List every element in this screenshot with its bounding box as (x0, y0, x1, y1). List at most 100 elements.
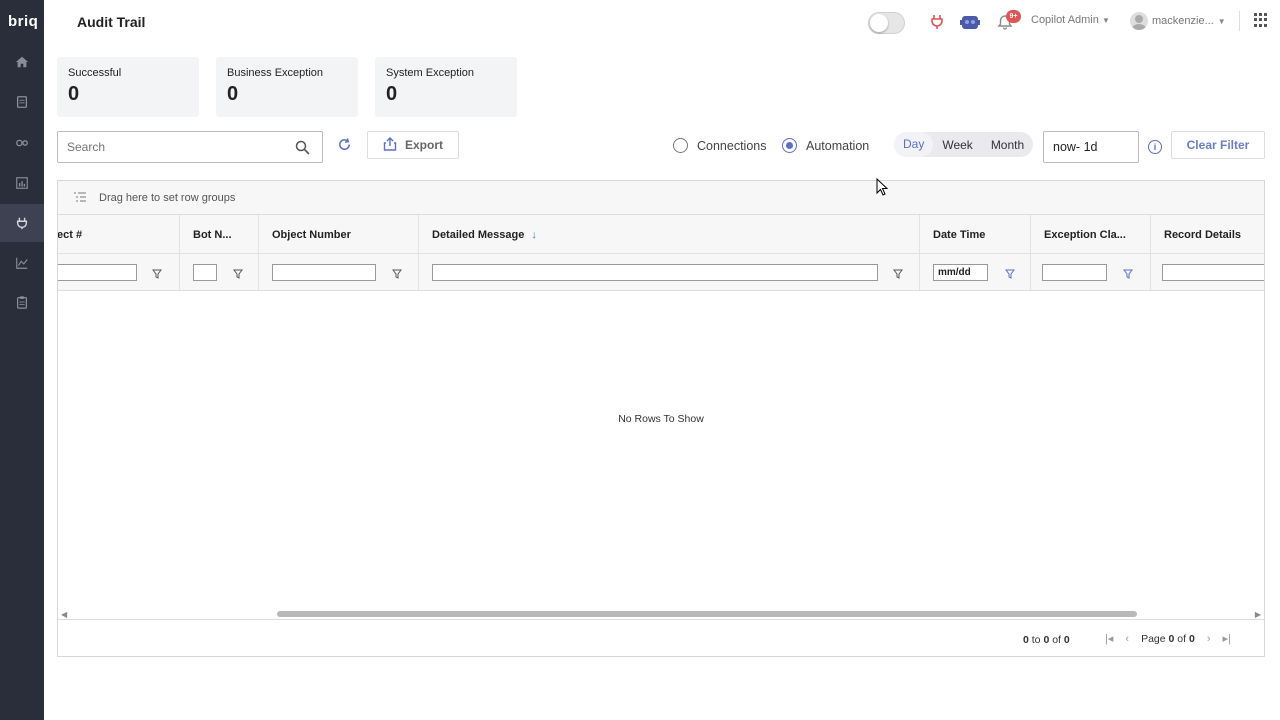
range-to: 0 (1043, 634, 1050, 646)
filter-icon[interactable] (893, 266, 903, 284)
plug-icon[interactable] (926, 11, 948, 33)
line-chart-icon[interactable] (12, 253, 32, 273)
search-input[interactable] (58, 132, 278, 162)
first-page-icon[interactable]: |◂ (1105, 632, 1113, 645)
column-title: Date Time (933, 229, 986, 241)
scroll-right-icon[interactable]: ▶ (1255, 610, 1261, 619)
bar-chart-icon[interactable] (12, 173, 32, 193)
data-grid: Drag here to set row groups ect # Bot N.… (57, 180, 1265, 657)
grid-footer: 0 to 0 of 0 |◂ ‹ Page 0 of 0 › ▸| (58, 619, 1264, 656)
document-icon[interactable] (12, 92, 32, 112)
grid-body: No Rows To Show (58, 291, 1264, 615)
apps-grid-icon[interactable] (1254, 13, 1268, 27)
column-title: Detailed Message ↓ (432, 229, 537, 241)
card-label: Business Exception (227, 67, 323, 79)
scrollbar-thumb[interactable] (277, 611, 1137, 617)
radio-label: Connections (697, 138, 767, 153)
page-of-label: of (1177, 632, 1187, 645)
filter-icon[interactable] (392, 266, 402, 284)
page-indicator: Page 0 of 0 (1141, 633, 1195, 645)
radio-circle (673, 138, 688, 153)
page-current: 0 (1168, 632, 1175, 645)
export-icon (383, 136, 397, 154)
date-filter-input[interactable]: mm/dd (933, 264, 988, 281)
row-group-icon (74, 192, 86, 205)
page-title: Audit Trail (77, 14, 146, 30)
cogs-icon[interactable] (12, 133, 32, 153)
chevron-down-icon: ▼ (1217, 16, 1226, 26)
row-count: 0 to 0 of 0 (1023, 634, 1070, 646)
range-of-label: of (1052, 634, 1061, 646)
column-title: Object Number (272, 229, 351, 241)
column-title: Bot N... (193, 229, 232, 241)
filter-icon[interactable] (1005, 266, 1015, 284)
column-header-exception-class[interactable]: Exception Cla... (1031, 215, 1151, 290)
column-title: Record Details (1164, 229, 1242, 241)
divider (1239, 11, 1240, 31)
plug-icon[interactable] (12, 213, 32, 233)
horizontal-scrollbar[interactable]: ◀ ▶ (58, 609, 1264, 619)
role-dropdown[interactable]: Copilot Admin ▼ (1031, 14, 1110, 26)
relative-time-input[interactable]: now- 1d (1043, 131, 1139, 163)
radio-connections[interactable]: Connections (673, 138, 767, 153)
column-title: ect # (58, 229, 83, 241)
robot-icon[interactable] (959, 11, 981, 33)
period-day[interactable]: Day (894, 132, 934, 157)
column-title-text: Detailed Message (432, 229, 525, 241)
column-filter-input[interactable] (432, 264, 878, 281)
column-header-bot-name[interactable]: Bot N... (180, 215, 259, 290)
user-menu[interactable]: mackenzie... ▼ (1130, 12, 1226, 30)
period-week[interactable]: Week (933, 138, 981, 152)
next-page-icon[interactable]: › (1207, 633, 1211, 645)
column-header-detailed-message[interactable]: Detailed Message ↓ (419, 215, 920, 290)
chevron-down-icon: ▼ (1101, 16, 1110, 25)
card-label: System Exception (386, 67, 475, 79)
column-header-object[interactable]: ect # (58, 215, 180, 290)
summary-card-successful: Successful 0 (57, 57, 199, 117)
column-filter-input[interactable] (1042, 264, 1107, 281)
prev-page-icon[interactable]: ‹ (1125, 633, 1129, 645)
home-icon[interactable] (12, 52, 32, 72)
column-filter-input[interactable] (58, 264, 137, 281)
info-icon[interactable]: i (1148, 140, 1162, 154)
period-month[interactable]: Month (982, 138, 1033, 152)
card-value: 0 (227, 83, 239, 105)
range-from: 0 (1023, 634, 1029, 646)
range-total: 0 (1063, 634, 1070, 646)
refresh-icon[interactable] (337, 137, 352, 157)
filter-icon[interactable] (1123, 266, 1133, 284)
radio-circle-selected (782, 138, 797, 153)
filter-icon[interactable] (152, 266, 162, 284)
clear-filter-button[interactable]: Clear Filter (1171, 131, 1265, 159)
empty-message: No Rows To Show (618, 413, 704, 425)
pager: |◂ ‹ Page 0 of 0 › ▸| (1105, 632, 1231, 646)
role-label: Copilot Admin (1031, 14, 1099, 26)
summary-card-business-exception: Business Exception 0 (216, 57, 358, 117)
column-header-date-time[interactable]: Date Time mm/dd (920, 215, 1031, 290)
page-label: Page (1141, 632, 1166, 645)
card-value: 0 (68, 83, 80, 105)
date-placeholder: mm/dd (938, 267, 971, 278)
filter-icon[interactable] (233, 266, 243, 284)
range-to-label: to (1031, 634, 1041, 646)
column-header-object-number[interactable]: Object Number (259, 215, 419, 290)
scroll-left-icon[interactable]: ◀ (61, 610, 67, 619)
search-box (57, 131, 323, 163)
last-page-icon[interactable]: ▸| (1222, 632, 1230, 645)
column-filter-input[interactable] (1162, 264, 1264, 281)
theme-toggle[interactable] (868, 12, 905, 34)
column-filter-input[interactable] (272, 264, 376, 281)
column-filter-input[interactable] (193, 264, 217, 281)
card-label: Successful (68, 67, 122, 79)
card-value: 0 (386, 83, 398, 105)
clipboard-icon[interactable] (12, 292, 32, 312)
radio-automation[interactable]: Automation (782, 138, 869, 153)
row-group-panel[interactable]: Drag here to set row groups (58, 181, 1264, 215)
column-header-record-details[interactable]: Record Details (1151, 215, 1264, 290)
search-icon[interactable] (295, 140, 310, 160)
export-label: Export (404, 138, 443, 152)
avatar (1130, 12, 1148, 30)
page-total: 0 (1188, 632, 1195, 645)
export-button[interactable]: Export (367, 131, 459, 159)
summary-card-system-exception: System Exception 0 (375, 57, 517, 117)
